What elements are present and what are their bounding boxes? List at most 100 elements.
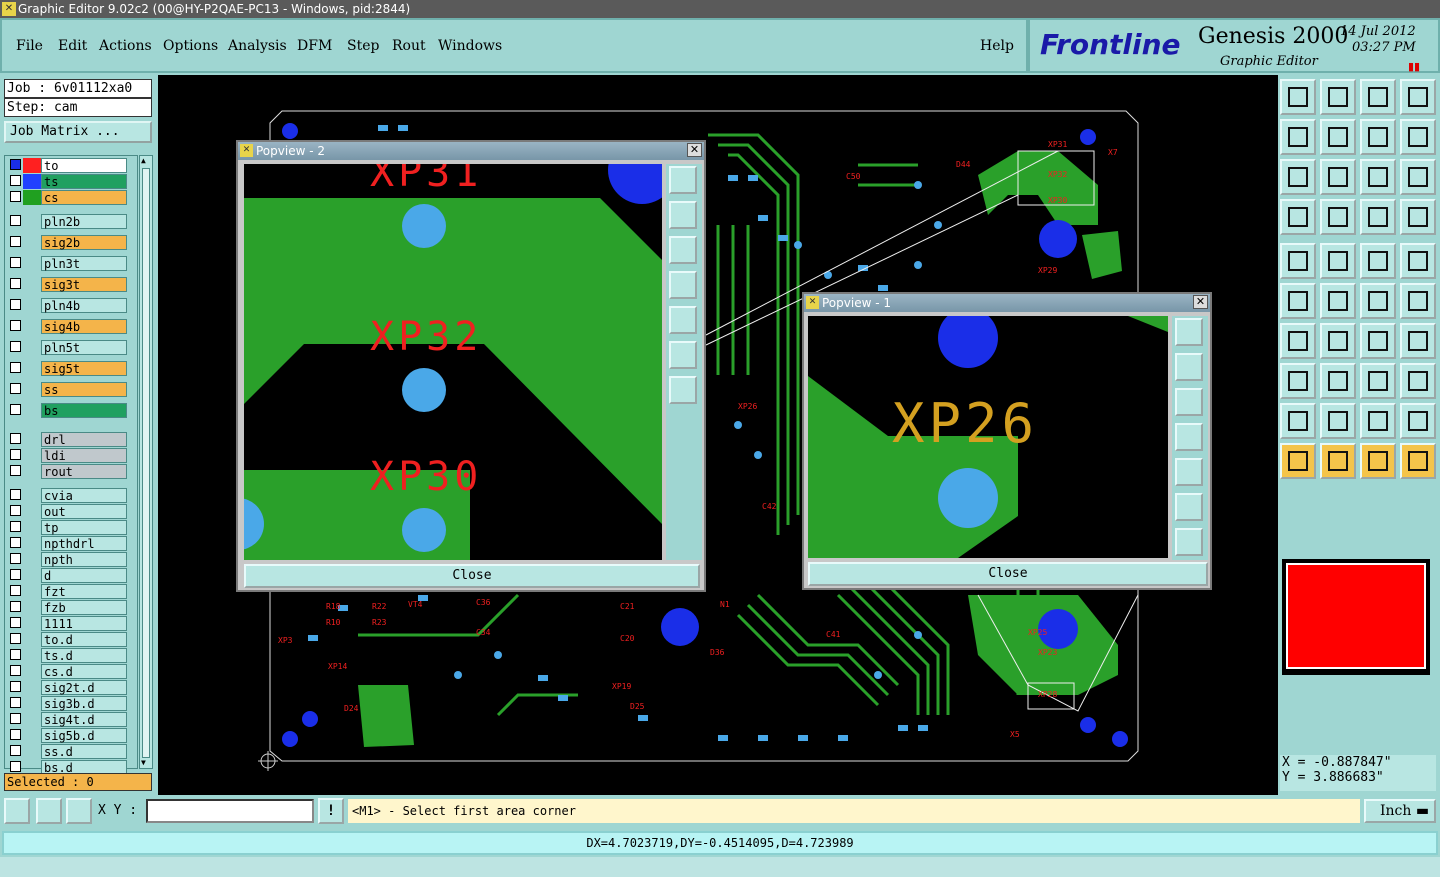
dotted-box-icon[interactable] [1400,243,1436,279]
layer-checkbox[interactable] [10,299,21,310]
ruler-scale-icon[interactable] [1360,243,1396,279]
line-select-icon[interactable] [1360,283,1396,319]
menu-actions[interactable]: Actions [99,38,152,54]
arc-icon[interactable] [1320,403,1356,439]
layer-color-swatch[interactable] [23,190,41,205]
layer-row-1111[interactable]: 1111 [7,616,127,631]
popview-2-pan-right-icon[interactable] [669,306,697,334]
layer-row-rout[interactable]: rout [7,464,127,479]
popview-1-zoom-fit-icon[interactable] [1175,318,1203,346]
layer-checkbox[interactable] [10,553,21,564]
menu-windows[interactable]: Windows [438,38,502,54]
net-icon[interactable] [1280,283,1316,319]
layer-row-sig4b[interactable]: sig4b [7,319,127,334]
menu-analysis[interactable]: Analysis [228,38,287,54]
window-icon[interactable] [1400,79,1436,115]
layer-row-sig3t[interactable]: sig3t [7,277,127,292]
layer-row-ss-d[interactable]: ss.d [7,744,127,759]
zoom-center-icon[interactable] [1320,159,1356,195]
layer-row-bs[interactable]: bs [7,403,127,418]
layer-row-pln3t[interactable]: pln3t [7,256,127,271]
layer-row-npthdrl[interactable]: npthdrl [7,536,127,551]
popview-1-zoom-in-icon[interactable] [1175,493,1203,521]
route-icon[interactable] [1400,443,1436,479]
popview-1-zoom-out-icon[interactable] [1175,528,1203,556]
layer-row-to[interactable]: to [7,158,127,173]
line-select-alt-icon[interactable] [1400,283,1436,319]
flip-icon[interactable] [1400,323,1436,359]
popview-1-close-button[interactable]: Close [808,562,1208,586]
layer-row-sig5t[interactable]: sig5t [7,361,127,376]
layer-checkbox[interactable] [10,665,21,676]
layer-row-sig5b-d[interactable]: sig5b.d [7,728,127,743]
layer-checkbox[interactable] [10,761,21,772]
layer-checkbox[interactable] [10,633,21,644]
scale-1-2-icon[interactable] [1360,159,1396,195]
layer-row-sig2b[interactable]: sig2b [7,235,127,250]
measure-line-icon[interactable] [1320,199,1356,235]
popview-2-zoom-fit-icon[interactable] [669,166,697,194]
layer-row-ldi[interactable]: ldi [7,448,127,463]
ruler-icon[interactable] [1280,199,1316,235]
layer-checkbox[interactable] [10,617,21,628]
menu-help[interactable]: Help [980,38,1014,54]
diagonal-icon[interactable] [1320,323,1356,359]
menu-dfm[interactable]: DFM [297,38,332,54]
layer-checkbox[interactable] [10,745,21,756]
grid-icon[interactable] [66,798,92,824]
layer-checkbox[interactable] [10,175,21,186]
xy-input[interactable] [146,799,314,823]
layer-color-swatch[interactable] [23,158,41,173]
layer-checkbox[interactable] [10,320,21,331]
measure-icon[interactable] [1360,363,1396,399]
layer-row-cvia[interactable]: cvia [7,488,127,503]
popview-2-zoom-in-icon[interactable] [669,341,697,369]
scroll-up-icon[interactable]: ▲ [141,156,151,166]
layer-checkbox[interactable] [10,278,21,289]
layer-row-pln4b[interactable]: pln4b [7,298,127,313]
rotate-icon[interactable] [1400,119,1436,155]
popview-2-pan-down-icon[interactable] [669,236,697,264]
popview-1-pan-up-icon[interactable] [1175,353,1203,381]
job-matrix-button[interactable]: Job Matrix ... [4,121,152,143]
select-area-icon[interactable] [1320,243,1356,279]
popview-1-view[interactable]: XP26 [808,316,1168,558]
layer-row-drl[interactable]: drl [7,432,127,447]
layer-checkbox[interactable] [10,383,21,394]
layer-checkbox[interactable] [10,257,21,268]
layer-row-pln2b[interactable]: pln2b [7,214,127,229]
select-pad-icon[interactable] [1280,243,1316,279]
layer-color-swatch[interactable] [23,174,41,189]
layer-row-npth[interactable]: npth [7,552,127,567]
layer-row-sig4t-d[interactable]: sig4t.d [7,712,127,727]
arch-alt-icon[interactable] [1400,403,1436,439]
layer-checkbox[interactable] [10,697,21,708]
menu-step[interactable]: Step [347,38,379,54]
layer-row-fzb[interactable]: fzb [7,600,127,615]
traffic-light-alt-icon[interactable] [1400,199,1436,235]
layer-row-fzt[interactable]: fzt [7,584,127,599]
layer-checkbox[interactable] [10,537,21,548]
cursor-box-icon[interactable] [1320,443,1356,479]
layer-checkbox[interactable] [10,404,21,415]
layer-checkbox[interactable] [10,215,21,226]
angle-icon[interactable] [1280,323,1316,359]
layer-checkbox[interactable] [10,585,21,596]
home-top-icon[interactable] [1280,79,1316,115]
layer-row-cs[interactable]: cs [7,190,127,205]
zoom-left-icon[interactable] [1280,119,1316,155]
layer-checkbox[interactable] [10,489,21,500]
layer-checkbox[interactable] [10,159,21,170]
layer-row-pln5t[interactable]: pln5t [7,340,127,355]
popview-1-close-icon[interactable]: ✕ [1193,295,1208,309]
layer-row-sig2t-d[interactable]: sig2t.d [7,680,127,695]
triangle-icon[interactable] [1280,403,1316,439]
measure-icon[interactable] [36,798,62,824]
layer-checkbox[interactable] [10,729,21,740]
menu-edit[interactable]: Edit [58,38,87,54]
pause-icon[interactable]: ▮▮ [1408,60,1420,73]
layer-row-sig3b-d[interactable]: sig3b.d [7,696,127,711]
popview-2-close-icon[interactable]: ✕ [687,143,702,157]
layer-checkbox[interactable] [10,521,21,532]
layer-row-d[interactable]: d [7,568,127,583]
